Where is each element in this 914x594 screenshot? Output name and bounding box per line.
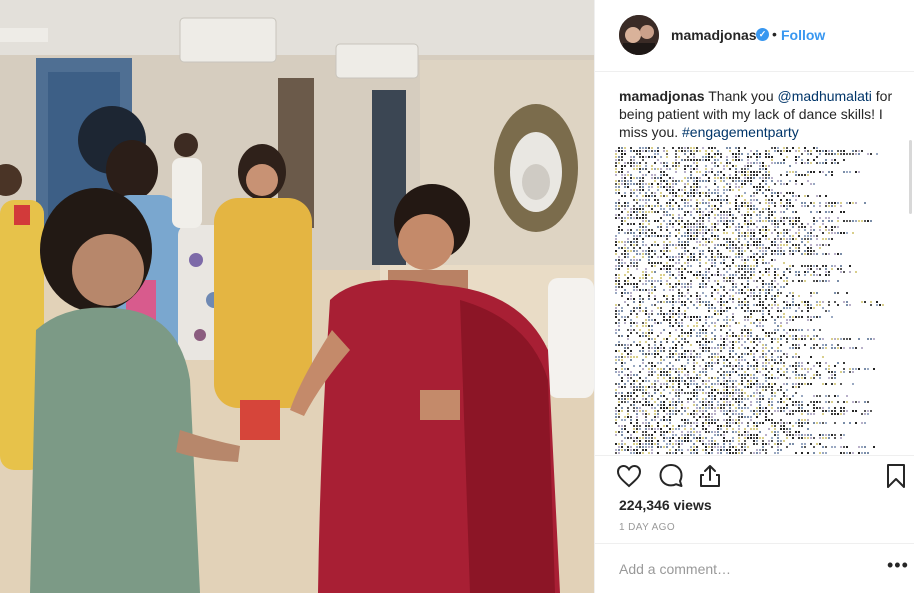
more-options-icon[interactable]: ••• <box>887 555 909 576</box>
caption-text-1: Thank you <box>704 88 778 104</box>
caption-hashtag[interactable]: #engagementparty <box>682 124 799 140</box>
comment-bar: ••• <box>595 543 914 594</box>
comments-scrollbar[interactable] <box>909 140 912 214</box>
obscured-comments-noise <box>615 147 884 454</box>
caption-username[interactable]: mamadjonas <box>619 88 705 104</box>
share-icon[interactable] <box>696 462 724 490</box>
verified-badge-icon: ✓ <box>756 28 769 41</box>
bookmark-icon[interactable] <box>882 462 910 490</box>
post-timestamp[interactable]: 1 DAY AGO <box>619 522 675 533</box>
caption-mention[interactable]: @madhumalati <box>778 88 872 104</box>
avatar-image <box>619 15 659 55</box>
action-bar <box>595 455 914 496</box>
obscured-comments <box>615 147 887 455</box>
post-video[interactable] <box>0 0 594 593</box>
post-caption: mamadjonas Thank you @madhumalati for be… <box>619 87 894 141</box>
video-frame <box>0 0 594 593</box>
follow-button[interactable]: Follow <box>781 27 825 43</box>
post-sidebar: mamadjonas ✓ • Follow mamadjonas Thank y… <box>594 0 914 593</box>
comment-icon[interactable] <box>657 462 685 490</box>
avatar[interactable] <box>619 15 659 55</box>
view-count[interactable]: 224,346 views <box>619 497 712 513</box>
heart-icon[interactable] <box>615 462 643 490</box>
comment-input[interactable] <box>619 558 869 580</box>
header-separator: • <box>772 26 777 42</box>
header-username[interactable]: mamadjonas <box>671 27 757 43</box>
post-header: mamadjonas ✓ • Follow <box>595 0 914 72</box>
